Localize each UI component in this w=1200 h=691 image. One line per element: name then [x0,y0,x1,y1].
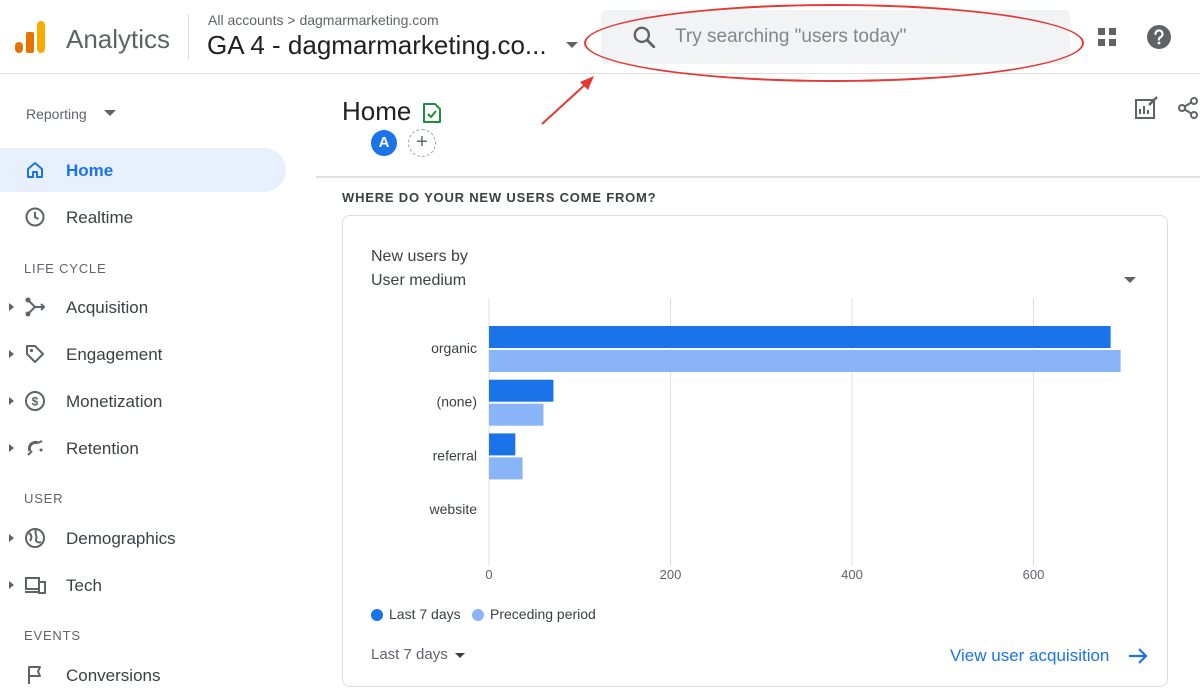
category-label: (none) [437,394,477,410]
legend-dot-current [371,609,383,621]
page-title: Home [342,96,412,126]
sidebar-item-conversions[interactable]: Conversions [0,653,286,691]
product-name: Analytics [66,24,171,54]
category-label: website [429,501,478,517]
sidebar-item-label: Demographics [66,529,176,548]
bar-last-7-days [489,433,516,456]
section-user: USER [24,491,64,506]
comparison-avatar[interactable]: A [371,130,397,156]
home-icon [27,162,43,178]
x-tick-label: 400 [841,567,863,582]
sidebar-item-home[interactable]: Home [0,148,286,192]
flag-icon [28,666,41,684]
clock-icon [25,207,45,227]
devices-icon [25,577,46,594]
sidebar-item-realtime[interactable]: Realtime [0,195,286,239]
arrow-right-icon[interactable] [1127,647,1149,665]
top-bar: Analytics All accounts > dagmarmarketing… [0,0,1200,74]
retention-icon [27,440,43,456]
section-heading: WHERE DO YOUR NEW USERS COME FROM? [342,190,657,205]
view-user-acquisition-link[interactable]: View user acquisition [950,646,1109,666]
account-selector[interactable]: GA 4 - dagmarmarketing.co... [207,30,547,61]
x-tick-label: 600 [1023,567,1045,582]
share-icon[interactable] [1176,96,1200,120]
legend-label-current: Last 7 days [389,606,461,622]
expand-arrow-icon[interactable] [9,397,14,405]
sidebar-item-label: Conversions [66,666,161,685]
bar-last-7-days [489,379,554,402]
sidebar-item-engagement[interactable]: Engagement [0,332,286,376]
header-divider [188,14,189,60]
legend-dot-previous [472,609,484,621]
customize-report-icon[interactable] [1134,96,1160,120]
x-tick-label: 200 [660,567,682,582]
chevron-down-icon[interactable] [455,653,465,658]
sidebar-item-tech[interactable]: Tech [0,563,286,607]
bar-preceding-period [489,457,523,480]
section-divider [316,176,1200,178]
sidebar-item-acquisition[interactable]: Acquisition [0,285,286,329]
help-icon[interactable] [1146,24,1172,50]
expand-arrow-icon[interactable] [9,581,14,589]
acquisition-icon [25,297,46,317]
section-events: EVENTS [24,628,81,643]
sidebar-item-label: Engagement [66,345,163,364]
expand-arrow-icon[interactable] [9,534,14,542]
bar-last-7-days [489,326,1111,348]
reporting-selector[interactable]: Reporting [26,106,87,122]
apps-grid-icon[interactable] [1096,26,1118,48]
sidebar-item-label: Acquisition [66,298,149,317]
svg-text:$: $ [32,395,39,409]
x-tick-label: 0 [485,567,492,582]
breadcrumb[interactable]: All accounts > dagmarmarketing.com [208,12,439,28]
sidebar-item-label: Monetization [66,392,163,411]
expand-arrow-icon[interactable] [9,303,14,311]
annotation-arrow-icon [541,76,594,125]
search-input[interactable] [675,22,1055,52]
tag-icon [26,345,44,363]
bar-preceding-period [489,350,1121,372]
new-users-bar-chart: 0 200 400 600 organic (none) referral website [429,298,1121,582]
dollar-icon: $ [25,391,45,411]
expand-arrow-icon[interactable] [9,444,14,452]
sidebar-item-label: Realtime [66,208,134,227]
analytics-logo-icon[interactable] [14,20,46,54]
verified-report-icon[interactable] [422,102,442,124]
globe-icon [25,528,45,548]
category-label: organic [431,340,477,356]
sidebar-item-retention[interactable]: Retention [0,426,286,470]
add-comparison-button[interactable]: + [408,129,436,157]
category-label: referral [433,447,477,463]
sidebar-item-demographics[interactable]: Demographics [0,516,286,560]
sidebar: Reporting Home Realtime LIFE CYCLE Acqui… [0,74,300,691]
search-bar[interactable] [601,10,1070,64]
chevron-down-icon[interactable] [104,110,116,116]
sidebar-item-label: Tech [66,576,102,595]
sidebar-item-monetization[interactable]: $ Monetization [0,379,286,423]
section-life-cycle: LIFE CYCLE [24,261,107,276]
legend-label-previous: Preceding period [490,606,596,622]
date-range-selector[interactable]: Last 7 days [371,646,448,663]
sidebar-item-label: Retention [66,439,139,458]
sidebar-item-label: Home [66,161,114,180]
new-users-card: New users by User medium 0 200 400 600 organ… [342,215,1168,687]
expand-arrow-icon[interactable] [9,350,14,358]
chevron-down-icon[interactable] [566,42,578,48]
search-icon [633,26,656,49]
bar-preceding-period [489,403,544,426]
